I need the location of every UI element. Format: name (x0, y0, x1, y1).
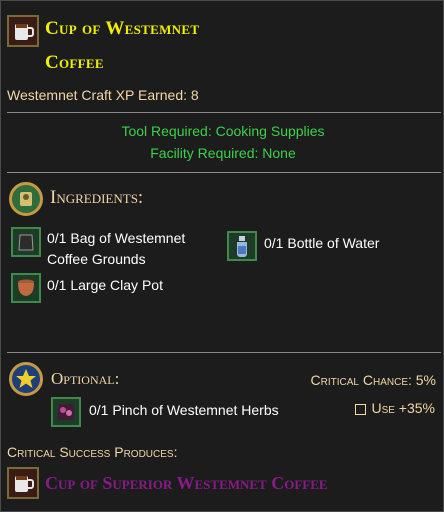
ingredient-grounds-line1: 0/1 Bag of Westemnet (47, 230, 186, 246)
optional-item-text: 0/1 Pinch of Westemnet Herbs (89, 402, 279, 418)
clay-pot-icon[interactable] (11, 273, 41, 303)
ingredient-pot-text: 0/1 Large Clay Pot (47, 277, 163, 293)
tool-required-text: Tool Required: Cooking Supplies (121, 123, 325, 139)
divider (7, 172, 441, 173)
herbs-pinch-icon[interactable] (51, 397, 81, 427)
optional-badge-icon (9, 362, 43, 396)
ingredients-title: Ingredients: (50, 187, 144, 208)
critical-success-label: Critical Success Produces: (7, 444, 178, 460)
divider (7, 352, 441, 353)
facility-required-text: Facility Required: None (150, 145, 296, 161)
item-title-line1: Cup of Westemnet (45, 18, 200, 39)
use-checkbox[interactable] (355, 403, 367, 415)
ingredient-grounds-line2: Coffee Grounds (47, 251, 146, 267)
ingredients-badge-icon (9, 182, 43, 216)
recipe-tooltip: Cup of Westemnet Coffee Westemnet Craft … (0, 0, 444, 512)
use-label: Use +35% (371, 400, 435, 416)
optional-title: Optional: (51, 369, 120, 388)
superior-coffee-cup-icon (7, 467, 39, 499)
divider (7, 112, 441, 113)
critical-chance-text: Critical Chance: 5% (310, 372, 436, 388)
coffee-cup-icon (7, 15, 39, 47)
item-title-line2: Coffee (45, 52, 104, 73)
water-bottle-icon[interactable] (227, 231, 257, 261)
use-toggle[interactable]: Use +35% (355, 400, 435, 416)
coffee-grounds-bag-icon[interactable] (11, 227, 41, 257)
craft-xp-text: Westemnet Craft XP Earned: 8 (7, 87, 199, 103)
ingredient-water-text: 0/1 Bottle of Water (264, 235, 380, 251)
critical-result-title: Cup of Superior Westemnet Coffee (45, 473, 328, 493)
